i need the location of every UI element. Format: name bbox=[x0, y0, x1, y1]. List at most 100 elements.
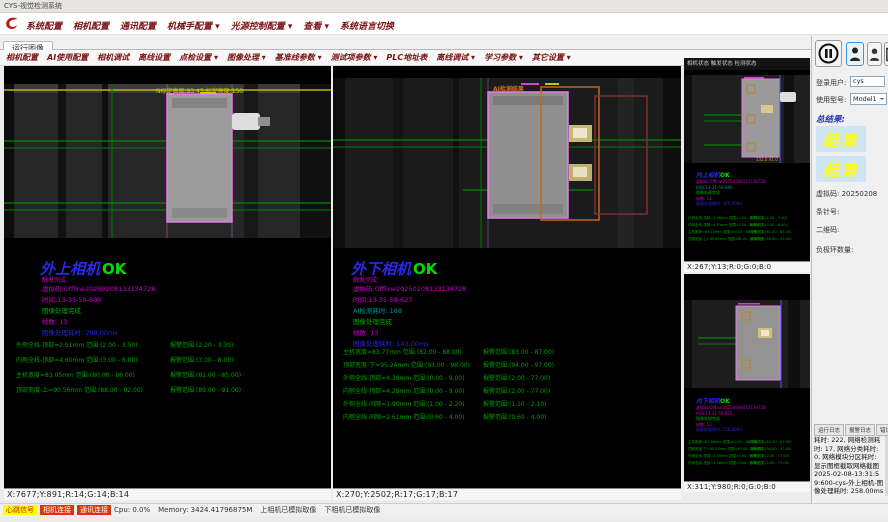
menu-item[interactable]: 相机配置 bbox=[73, 22, 109, 32]
login-user-label: 登录用户: bbox=[816, 78, 846, 88]
alarm-range: 报警范围:(89.00 - 91.00) bbox=[170, 385, 241, 394]
log-tab[interactable]: 报警日志 bbox=[845, 424, 875, 436]
toolbar-items: 相机配置 AI使用配置相机调试离线设置点检设置 ▾ 图像处理 ▾ 基准线参数 ▾ 测试项… bbox=[6, 52, 580, 63]
measurement-row: 外侧全线-顶部=2.91mm 范围:(2.00 - 3.50) 报警范围:(2.… bbox=[4, 340, 331, 355]
measurement-value: 内侧全线-顶部=4.28mm 范围:(0.00 - 9.00) bbox=[343, 386, 465, 395]
toolbar-button[interactable]: 测试项参数 ▾ bbox=[331, 52, 378, 63]
camera-view-outer-top[interactable]: N标定高度:93.45 标定高度:150 外上相机OK 触发完成 虚拟码:Off… bbox=[4, 66, 331, 500]
measurement-row: 主机宽度=83.05mm 范围:(80.00 - 86.00) 报警范围:(81… bbox=[4, 370, 331, 385]
qr-code-label: 二维码: bbox=[816, 225, 839, 235]
ring-count-label: 负极环数量: bbox=[816, 245, 853, 255]
info-line: 帧数: 13 bbox=[42, 317, 155, 328]
pixel-coords-bar: X:7677;Y:891;R:14;G:14;B:14 bbox=[4, 488, 331, 500]
exit-button[interactable] bbox=[884, 42, 888, 66]
virtual-code-label: 虚拟码: 20250208 bbox=[816, 189, 877, 199]
camera-title: 内下相机OK bbox=[696, 396, 730, 405]
toolbar-button[interactable]: 离线设置 bbox=[138, 52, 170, 63]
camera-info-lines: 虚拟码:Offline20250208133134728时间:13-31-59-… bbox=[353, 284, 466, 350]
camera-info-lines: 虚拟码:Offline20250208133134728时间:13-31-59-… bbox=[696, 179, 766, 207]
user-icon bbox=[849, 46, 861, 62]
camera-connection-badge: 相机连接 bbox=[40, 505, 74, 515]
toolbar-button[interactable]: 点检设置 ▾ bbox=[179, 52, 218, 63]
pin-number-label: 条针号: bbox=[816, 207, 839, 217]
tab-row: 运行图像 bbox=[0, 35, 811, 50]
alarm-range: 报警范围:(2.00 - 77.00) bbox=[483, 386, 550, 395]
toolbar-button[interactable]: 相机配置 bbox=[6, 52, 38, 63]
comm-connection-badge: 通讯连接 bbox=[77, 505, 111, 515]
measurement-row: 外侧全线-间隙=1.90mm 范围:(1.00 - 2.20) 报警范围:(1.… bbox=[333, 399, 681, 412]
measurement-row: 内侧全线-顶部=4.53mm 范围:(3.00 - 6.00) 报警范围:(3.… bbox=[684, 223, 810, 230]
log-text: 耗时: 222, 网络检测耗时: 17, 网络分类耗时: 0, 网络模块分区耗时… bbox=[814, 436, 885, 496]
toolbar-button[interactable]: 其它设置 ▾ bbox=[532, 52, 571, 63]
camera-image-outer-top bbox=[4, 84, 331, 238]
alarm-range: 报警范围:(3.00 - 8.00) bbox=[170, 355, 233, 364]
alarm-range: 报警范围:(81.00 - 85.00) bbox=[750, 230, 791, 235]
menu-item[interactable]: 通讯配置 bbox=[120, 22, 156, 32]
measurement-list: 外侧全线-顶部=2.96mm 范围:(2.00 - 3.50) 报警范围:(2.… bbox=[684, 216, 810, 244]
measurement-row: 顶部宽度-下=95.24mm 范围:(93.00 - 98.00) 报警范围:(… bbox=[333, 360, 681, 373]
thumbnail-status-bar: 相机状态 触发状态 检测状态 bbox=[684, 58, 810, 70]
camera-image-outer-bottom bbox=[333, 78, 681, 248]
menu-item[interactable]: 系统配置 bbox=[26, 22, 62, 32]
pause-button[interactable] bbox=[815, 40, 842, 67]
camera-info-lines: 虚拟码:Offline20250208133134728时间:13-31-59-… bbox=[696, 405, 766, 433]
info-line: 虚拟码:Offline20250208133134728 bbox=[696, 405, 766, 411]
user-login-button[interactable] bbox=[846, 42, 864, 66]
measurement-value: 主机宽度=83.80mm 范围:(82.00 - 88.00) bbox=[688, 440, 757, 445]
measurement-value: 顶部宽度-上=90.56mm 范围:(88.00 - 92.00) bbox=[16, 385, 143, 394]
info-line: 虚拟码:Offline20250208133134728 bbox=[42, 284, 155, 295]
result-box-bottom: 结果 bbox=[816, 156, 866, 182]
toolbar-button[interactable]: 基准线参数 ▾ bbox=[275, 52, 322, 63]
ruler-overlay-text: N标定高度:93.45 标定高度:150 bbox=[156, 86, 243, 95]
memory-usage: Memory: 3424.41796875M bbox=[158, 506, 252, 514]
model-label: 使用型号: bbox=[816, 95, 846, 105]
camera-image-inner-bottom bbox=[684, 300, 810, 388]
alarm-range: 报警范围:(94.00 - 97.00) bbox=[750, 447, 791, 452]
measurement-row: 主机宽度=83.10mm 范围:(80.00 - 86.00) 报警范围:(81… bbox=[684, 230, 810, 237]
alarm-range: 报警范围:(3.00 - 8.00) bbox=[750, 223, 787, 228]
measurement-list: 外侧全线-顶部=2.91mm 范围:(2.00 - 3.50) 报警范围:(2.… bbox=[4, 340, 331, 400]
info-line: 图像处理耗时: 298.00ms bbox=[42, 328, 155, 339]
control-sidebar: 登录用户: cys 使用型号: Model1 总结果: 结果 结果 虚拟码: 2… bbox=[811, 36, 888, 503]
alarm-range: 报警范围:(2.00 - 77.00) bbox=[750, 454, 789, 459]
alarm-range: 报警范围:(2.20 - 3.30) bbox=[170, 340, 233, 349]
menu-item[interactable]: 机械手配置 ▾ bbox=[167, 22, 220, 32]
ai-result-label: AI检测结果 bbox=[493, 84, 524, 93]
info-line: 图像处理完成 bbox=[353, 317, 466, 328]
measurement-row: 内侧全线-顶部=4.26mm 范围:(0.00 - 9.00) 报警范围:(2.… bbox=[684, 461, 810, 468]
info-line: 时间:13-31-59-627 bbox=[353, 295, 466, 306]
measurement-row: 内侧全线-间隙=2.61mm 范围:(0.60 - 4.00) 报警范围:(0.… bbox=[333, 412, 681, 425]
log-tab[interactable]: 运行日志 bbox=[814, 424, 844, 436]
toolbar-button[interactable]: 离线调试 ▾ bbox=[436, 52, 475, 63]
info-line: 帧数: 13 bbox=[353, 328, 466, 339]
measurement-row: 顶部宽度-上=90.60mm 范围:(88.00 - 92.00) 报警范围:(… bbox=[684, 237, 810, 244]
menu-item[interactable]: 系统语言切换 bbox=[340, 22, 394, 32]
ok-status: OK bbox=[720, 172, 730, 179]
camera-view-inner-top[interactable]: 132.0 X1.0 内上相机OK 虚拟码:Offline20250208133… bbox=[684, 70, 810, 272]
pixel-coords-bar: X:267;Y:13;R:0;G:0;B:0 bbox=[684, 261, 810, 272]
pixel-coords-bar: X:270;Y:2502;R:17;G:17;B:17 bbox=[333, 488, 681, 500]
toolbar-button[interactable]: AI使用配置 bbox=[47, 52, 88, 63]
measurement-value: 外侧全线-顶部=4.38mm 范围:(0.00 - 9.00) bbox=[343, 373, 465, 382]
alarm-range: 报警范围:(83.00 - 87.00) bbox=[750, 440, 791, 445]
measurement-list: 主机宽度=83.77mm 范围:(82.00 - 88.00) 报警范围:(83… bbox=[333, 347, 681, 425]
log-tab[interactable]: 错误日志 bbox=[876, 424, 888, 436]
menu-item[interactable]: 查看 ▾ bbox=[303, 22, 329, 32]
model-select[interactable]: Model1 bbox=[850, 93, 887, 105]
user-admin-button[interactable] bbox=[867, 42, 882, 66]
toolbar-button[interactable]: 图像处理 ▾ bbox=[227, 52, 266, 63]
measurement-row: 外侧全线-顶部=4.38mm 范围:(0.00 - 9.00) 报警范围:(2.… bbox=[333, 373, 681, 386]
measurement-row: 外侧全线-顶部=4.30mm 范围:(0.00 - 9.00) 报警范围:(2.… bbox=[684, 454, 810, 461]
toolbar-button[interactable]: 相机调试 bbox=[97, 52, 129, 63]
camera-view-inner-bottom[interactable]: 内下相机OK 虚拟码:Offline20250208133134728时间:13… bbox=[684, 274, 810, 492]
menu-item[interactable]: 光源控制配置 ▾ bbox=[231, 22, 293, 32]
camera-view-outer-bottom[interactable]: AI检测结果 外下相机OK 触发完成 虚拟码:Offline2025020813… bbox=[333, 66, 681, 500]
alarm-range: 报警范围:(0.60 - 4.00) bbox=[483, 412, 546, 421]
camera-title: 内上相机OK bbox=[696, 170, 730, 179]
menu-bar: 系统配置 相机配置 通讯配置 机械手配置 ▾ 光源控制配置 ▾ 查看 ▾ 系统语言切换 bbox=[0, 13, 888, 35]
measurement-value: 外侧全线-顶部=4.30mm 范围:(0.00 - 9.00) bbox=[688, 454, 759, 459]
login-user-field[interactable]: cys bbox=[850, 76, 885, 87]
toolbar-button[interactable]: PLC地址表 bbox=[386, 52, 427, 63]
toolbar-button[interactable]: 学习参数 ▾ bbox=[484, 52, 523, 63]
measurement-value: 内侧全线-顶部=4.60mm 范围:(3.00 - 6.00) bbox=[16, 355, 138, 364]
